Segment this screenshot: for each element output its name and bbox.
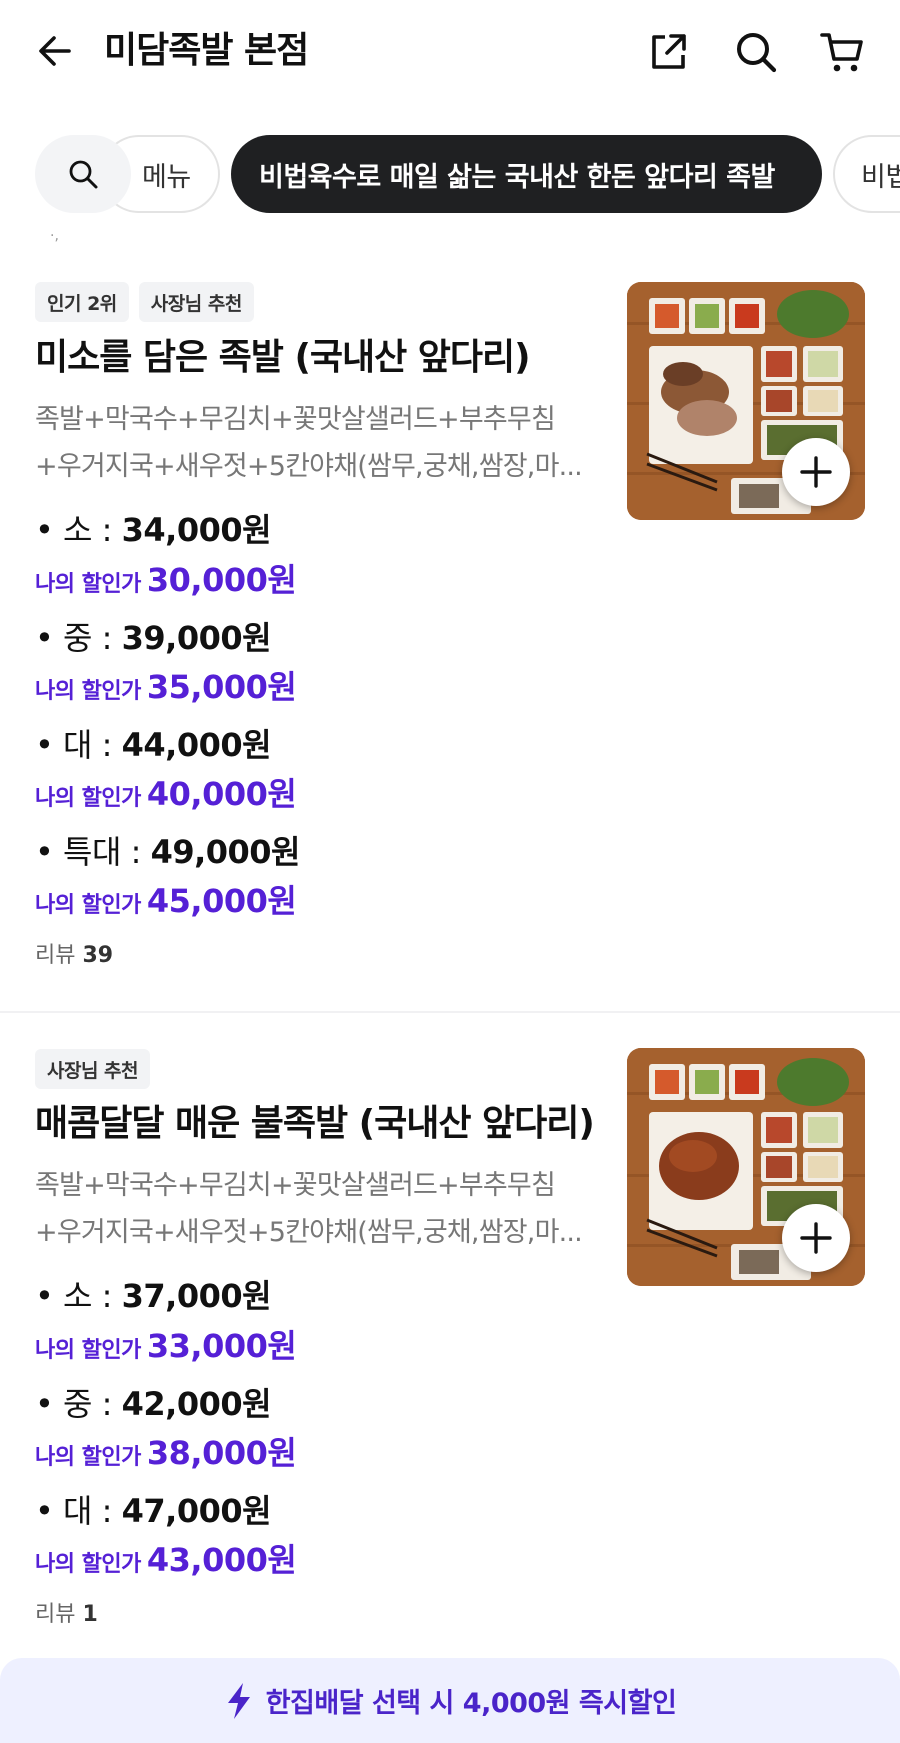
size-label: • 중 :: [35, 619, 122, 657]
discount-row: 나의 할인가 40,000원: [35, 772, 297, 822]
plus-icon: [800, 456, 832, 488]
discount-price: 40,000원: [146, 775, 297, 813]
price-row: • 소 : 37,000원: [35, 1274, 272, 1318]
discount-row: 나의 할인가 30,000원: [35, 558, 297, 608]
size-label: • 소 :: [35, 1277, 122, 1315]
review-count: 리뷰 1: [35, 1600, 98, 1630]
price-value: 47,000원: [121, 1492, 272, 1530]
review-number: 1: [82, 1602, 98, 1627]
price-value: 44,000원: [121, 726, 272, 764]
plus-icon: [800, 1222, 832, 1254]
discount-price: 38,000원: [146, 1434, 297, 1472]
discount-label: 나의 할인가: [35, 572, 141, 597]
size-label: • 소 :: [35, 511, 122, 549]
banner-text: 한집배달 선택 시 4,000원 즉시할인: [265, 1688, 677, 1719]
price-value: 42,000원: [121, 1385, 272, 1423]
share-button[interactable]: [642, 26, 694, 78]
size-label: • 대 :: [35, 1492, 122, 1530]
search-icon: [737, 33, 777, 73]
menu-item-name: 미소를 담은 족발 (국내산 앞다리): [35, 337, 531, 378]
discount-label: 나의 할인가: [35, 786, 141, 811]
description-line: +우거지국+새우젓+5칸야채(쌈무,궁채,쌈장,마...: [35, 1217, 583, 1248]
badge-group: 인기 2위 사장님 추천: [35, 282, 254, 322]
delivery-discount-banner[interactable]: 한집배달 선택 시 4,000원 즉시할인: [0, 1658, 900, 1743]
add-to-cart-button[interactable]: [782, 438, 850, 506]
search-icon: [69, 160, 98, 189]
cart-button[interactable]: [816, 26, 868, 78]
discount-label: 나의 할인가: [35, 1445, 141, 1470]
discount-row: 나의 할인가 35,000원: [35, 665, 297, 715]
badge-group: 사장님 추천: [35, 1049, 151, 1089]
rank-badge: 인기 2위: [35, 282, 129, 322]
discount-row: 나의 할인가 33,000원: [35, 1324, 297, 1374]
size-label: • 특대 :: [35, 833, 151, 871]
discount-row: 나의 할인가 38,000원: [35, 1431, 297, 1481]
category-chip-next[interactable]: 비법: [833, 135, 900, 213]
menu-item-name: 매콤달달 매운 불족발 (국내산 앞다리): [35, 1103, 595, 1144]
cart-icon: [820, 33, 863, 72]
description-line: 족발+막국수+무김치+꽃맛살샐러드+부추무침: [35, 1170, 556, 1201]
price-row: • 중 : 39,000원: [35, 616, 272, 660]
discount-price: 35,000원: [146, 668, 297, 706]
price-value: 37,000원: [121, 1277, 272, 1315]
price-value: 34,000원: [121, 511, 272, 549]
arrow-left-icon: [39, 36, 71, 66]
owner-pick-badge: 사장님 추천: [35, 1049, 151, 1089]
owner-pick-badge: 사장님 추천: [138, 282, 254, 322]
description-line: +우거지국+새우젓+5칸야채(쌈무,궁채,쌈장,마...: [35, 451, 583, 482]
review-label: 리뷰: [35, 943, 76, 968]
discount-label: 나의 할인가: [35, 1552, 141, 1577]
discount-row: 나의 할인가 45,000원: [35, 879, 297, 929]
discount-label: 나의 할인가: [35, 679, 141, 704]
price-value: 39,000원: [121, 619, 272, 657]
search-button[interactable]: [730, 26, 782, 78]
lightning-icon: [227, 1682, 250, 1719]
app-header: 미담족발 본점: [0, 0, 900, 105]
category-tabs: 메뉴 비법육수로 매일 삶는 국내산 한돈 앞다리 족발 비법: [0, 135, 900, 215]
price-value: 49,000원: [150, 833, 301, 871]
review-count: 리뷰 39: [35, 941, 113, 971]
menu-item-description: 족발+막국수+무김치+꽃맛살샐러드+부추무침 +우거지국+새우젓+5칸야채(쌈무…: [35, 396, 595, 490]
price-row: • 대 : 47,000원: [35, 1489, 272, 1533]
price-row: • 특대 : 49,000원: [35, 830, 301, 874]
menu-item-description: 족발+막국수+무김치+꽃맛살샐러드+부추무침 +우거지국+새우젓+5칸야채(쌈무…: [35, 1162, 595, 1256]
share-icon: [652, 34, 686, 69]
review-number: 39: [82, 943, 114, 968]
divider: [0, 1011, 900, 1013]
price-row: • 대 : 44,000원: [35, 723, 272, 767]
page-title: 미담족발 본점: [104, 30, 309, 71]
discount-price: 33,000원: [146, 1327, 297, 1365]
scroll-hint: ·,: [50, 228, 59, 244]
price-row: • 중 : 42,000원: [35, 1382, 272, 1426]
discount-price: 30,000원: [146, 561, 297, 599]
description-line: 족발+막국수+무김치+꽃맛살샐러드+부추무침: [35, 404, 556, 435]
back-button[interactable]: [30, 26, 80, 76]
review-label: 리뷰: [35, 1602, 76, 1627]
add-to-cart-button[interactable]: [782, 1204, 850, 1272]
discount-price: 43,000원: [146, 1541, 297, 1579]
size-label: • 대 :: [35, 726, 122, 764]
discount-label: 나의 할인가: [35, 1338, 141, 1363]
price-row: • 소 : 34,000원: [35, 508, 272, 552]
discount-label: 나의 할인가: [35, 893, 141, 918]
discount-row: 나의 할인가 43,000원: [35, 1538, 297, 1588]
discount-price: 45,000원: [146, 882, 297, 920]
category-chip-active[interactable]: 비법육수로 매일 삶는 국내산 한돈 앞다리 족발: [231, 135, 822, 213]
menu-search-button[interactable]: [35, 135, 131, 213]
size-label: • 중 :: [35, 1385, 122, 1423]
